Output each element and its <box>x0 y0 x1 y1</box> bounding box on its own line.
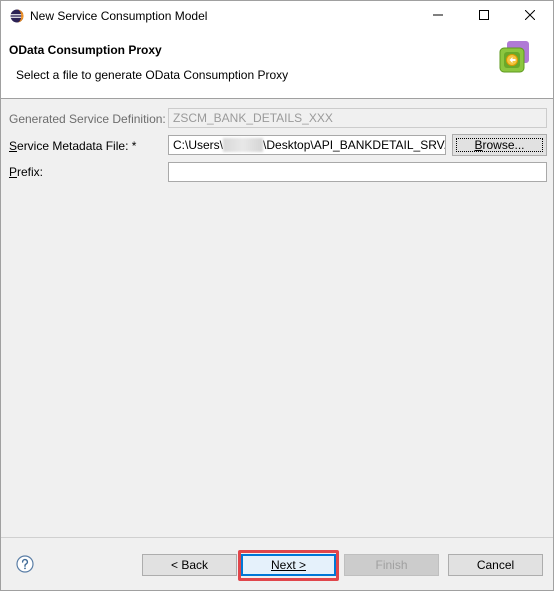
page-description: Select a file to generate OData Consumpt… <box>16 68 289 82</box>
wizard-window: New Service Consumption Model OData Cons… <box>0 0 554 591</box>
header-divider <box>1 98 553 99</box>
help-icon[interactable] <box>16 555 34 573</box>
close-icon <box>524 9 536 23</box>
service-definition-value: ZSCM_BANK_DETAILS_XXX <box>173 111 333 125</box>
page-title: OData Consumption Proxy <box>9 43 162 57</box>
cancel-label: Cancel <box>476 558 515 572</box>
back-button[interactable]: < Back <box>142 554 237 576</box>
metadata-file-label: Service Metadata File: * <box>9 139 136 153</box>
metadata-file-value-suffix: \Desktop\API_BANKDETAIL_SRV.edmx <box>263 138 446 152</box>
title-bar: New Service Consumption Model <box>1 1 553 31</box>
eclipse-icon <box>10 9 24 23</box>
redacted-username <box>223 138 264 152</box>
minimize-icon <box>433 9 443 23</box>
browse-label-text: rowse... <box>482 138 525 152</box>
metadata-file-input[interactable]: C:\Users\ \Desktop\API_BANKDETAIL_SRV.edm… <box>168 135 446 155</box>
prefix-label-text: refix: <box>17 165 44 179</box>
close-button[interactable] <box>507 1 553 31</box>
finish-button[interactable]: Finish <box>344 554 439 576</box>
footer-divider <box>1 537 553 538</box>
prefix-label-mnemonic: P <box>9 165 18 179</box>
prefix-label: Prefix: <box>9 165 43 179</box>
window-title: New Service Consumption Model <box>30 9 208 23</box>
finish-label: Finish <box>375 558 408 572</box>
metadata-file-label-mnemonic: S <box>9 139 18 153</box>
wizard-header: OData Consumption Proxy Select a file to… <box>1 31 553 98</box>
next-button-highlight <box>238 550 339 581</box>
cancel-button[interactable]: Cancel <box>448 554 543 576</box>
maximize-button[interactable] <box>461 1 507 31</box>
maximize-icon <box>479 9 489 23</box>
odata-wizard-icon <box>497 39 533 75</box>
back-label: < Back <box>170 558 209 572</box>
browse-button[interactable]: Browse... <box>452 134 547 156</box>
minimize-button[interactable] <box>415 1 461 31</box>
metadata-file-label-text: ervice Metadata File: * <box>17 139 137 153</box>
metadata-file-value-prefix: C:\Users\ <box>173 138 224 152</box>
service-definition-field: ZSCM_BANK_DETAILS_XXX <box>168 108 547 128</box>
prefix-input[interactable] <box>168 162 547 182</box>
browse-label-mnemonic: B <box>474 138 483 152</box>
service-definition-label: Generated Service Definition: <box>9 112 166 126</box>
